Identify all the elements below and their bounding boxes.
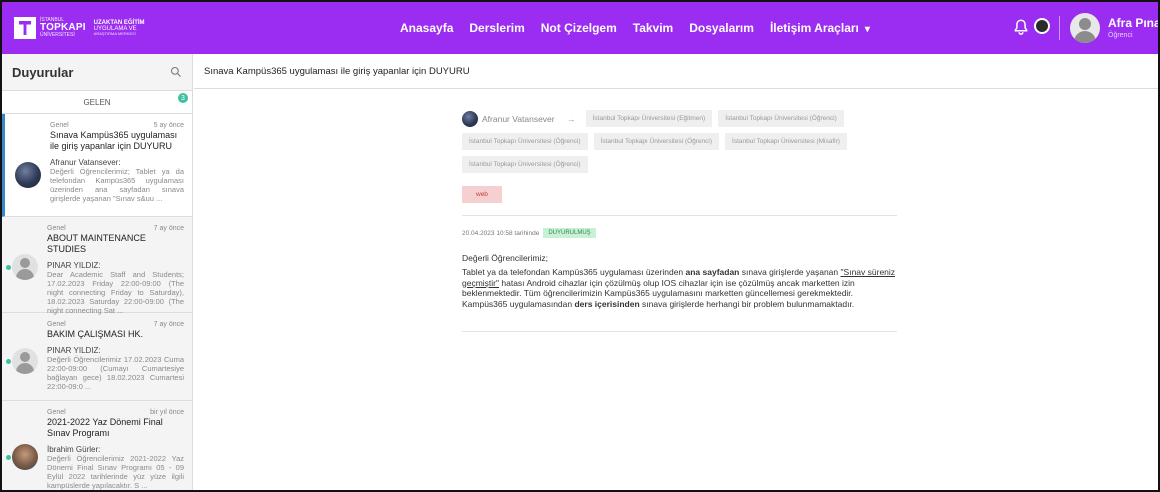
user-avatar[interactable] xyxy=(1070,13,1100,43)
body-text-1: Tablet ya da telefondan Kampüs365 uygula… xyxy=(462,267,686,277)
online-indicator xyxy=(6,455,11,460)
nav-dosyalarim[interactable]: Dosyalarım xyxy=(689,21,754,35)
announcement-sender: PINAR YILDIZ: xyxy=(47,345,101,355)
user-role: Öğrenci xyxy=(1108,32,1133,39)
divider xyxy=(462,330,897,332)
arrow-right-icon: → xyxy=(566,113,576,124)
sender-avatar xyxy=(15,162,41,188)
announcements-panel: Duyurular GELEN 3 Genel 5 ay önce Sınava… xyxy=(2,54,193,490)
online-indicator xyxy=(6,359,11,364)
search-icon[interactable] xyxy=(170,66,182,78)
recipient-chip: İstanbul Topkapı Üniversitesi (Eğitmen) xyxy=(585,110,713,127)
nav-takvim[interactable]: Takvim xyxy=(633,21,673,35)
inbox-count-badge: 3 xyxy=(178,93,188,103)
body-text-2: sınava girişlerde yaşanan xyxy=(739,267,841,277)
logo-subtitle: UZAKTAN EĞİTİM UYGULAMA VE ARAŞTIRMA MER… xyxy=(94,20,145,37)
tag-chip: web xyxy=(462,186,502,203)
nav-anasayfa[interactable]: Anasayfa xyxy=(400,21,453,35)
announcement-subject: BAKIM ÇALIŞMASI HK. xyxy=(47,329,144,339)
logo-mark-icon xyxy=(14,17,36,39)
top-bar: İSTANBUL TOPKAPI ÜNİVERSİTESİ UZAKTAN EĞ… xyxy=(2,2,1158,54)
main-nav: Anasayfa Derslerim Not Çizelgem Takvim D… xyxy=(400,2,886,54)
body-text-4: sınava girişlerde herhangi bir problem b… xyxy=(639,298,855,309)
body-bold-1: ana sayfadan xyxy=(685,267,740,277)
tab-gelen-label: GELEN xyxy=(83,97,111,107)
sender-avatar xyxy=(12,348,38,374)
logo-sub1: UZAKTAN EĞİTİM xyxy=(93,19,145,26)
announcements-header: Duyurular xyxy=(2,54,192,90)
author-avatar xyxy=(462,110,478,127)
nav-iletisim-araclari[interactable]: İletişim Araçları ▾ xyxy=(770,21,870,35)
sender-avatar xyxy=(12,444,38,470)
announcement-subject: 2021-2022 Yaz Dönemi Final Sınav Program… xyxy=(47,417,163,438)
announcement-preview: Değerli Öğrencilerimiz 2021-2022 Yaz Dön… xyxy=(47,453,184,490)
university-logo[interactable]: İSTANBUL TOPKAPI ÜNİVERSİTESİ UZAKTAN EĞ… xyxy=(14,17,145,39)
announcement-time: 5 ay önce xyxy=(153,122,184,129)
announcement-subject: ABOUT MAINTENANCE STUDIES xyxy=(47,233,146,254)
app-frame: İSTANBUL TOPKAPI ÜNİVERSİTESİ UZAKTAN EĞ… xyxy=(0,0,1160,492)
announcement-preview: Değerli Öğrencilerimiz 17.02.2023 Cuma 2… xyxy=(47,354,184,391)
announcement-header: Sınava Kampüs365 uygulaması ile giriş ya… xyxy=(194,54,1158,89)
announcement-preview: Değerli Öğrencilerimiz; Tablet ya da tel… xyxy=(50,166,184,203)
announcement-sender: PINAR YILDIZ: xyxy=(47,260,101,270)
announcement-subject: Sınava Kampüs365 uygulaması ile giriş ya… xyxy=(50,130,178,151)
announcement-preview: Dear Academic Staff and Students; 17.02.… xyxy=(47,269,184,315)
user-name[interactable]: Afra Pınar UZEM xyxy=(1108,16,1158,30)
logo-line3: ÜNİVERSİTESİ xyxy=(40,32,75,38)
nav-iletisim-label: İletişim Araçları xyxy=(769,21,859,35)
logo-sub3: ARAŞTIRMA MERKEZİ xyxy=(93,31,136,37)
announcement-meta: 20.04.2023 10:58 tarihinde DUYURULMUŞ xyxy=(462,228,897,238)
divider xyxy=(462,215,897,216)
recipient-chip: İstanbul Topkapı Üniversitesi (Öğrenci) xyxy=(593,133,720,150)
recipients-row: Afranur Vatansever → İstanbul Topkapı Ün… xyxy=(462,107,897,176)
announcement-time: bir yıl önce xyxy=(150,409,184,416)
recipient-chip: İstanbul Topkapı Üniversitesi (Öğrenci) xyxy=(462,133,588,150)
announcement-sender: Afranur Vatansever: xyxy=(50,157,121,167)
greeting: Değerli Öğrencilerimiz; xyxy=(462,253,548,263)
sender-avatar xyxy=(12,254,38,280)
tab-gelen[interactable]: GELEN 3 xyxy=(2,90,192,114)
logo-line1: İSTANBUL xyxy=(40,17,65,23)
publish-date: 20.04.2023 10:58 tarihinde xyxy=(462,229,540,237)
nav-derslerim[interactable]: Derslerim xyxy=(469,21,524,35)
status-badge: DUYURULMUŞ xyxy=(543,228,596,238)
recipient-chip: İstanbul Topkapı Üniversitesi (Öğrenci) xyxy=(718,110,844,127)
announcement-item[interactable]: Genel 7 ay önce ABOUT MAINTENANCE STUDIE… xyxy=(2,217,192,315)
announcement-body: Tablet ya da telefondan Kampüs365 uygula… xyxy=(462,267,897,310)
announcement-time: 7 ay önce xyxy=(153,321,184,328)
online-indicator xyxy=(6,265,11,270)
bell-icon[interactable] xyxy=(1012,18,1030,36)
author-name: Afranur Vatansever xyxy=(482,113,555,124)
announcement-item[interactable]: Genel 7 ay önce BAKIM ÇALIŞMASI HK. PINA… xyxy=(2,313,192,401)
announcement-content: Afranur Vatansever → İstanbul Topkapı Ün… xyxy=(462,107,897,332)
header-divider xyxy=(1059,16,1060,40)
announcement-sender: İbrahim Gürler: xyxy=(47,444,101,454)
recipient-chip: İstanbul Topkapı Üniversitesi (Öğrenci) xyxy=(462,156,588,173)
announcement-title: Sınava Kampüs365 uygulaması ile giriş ya… xyxy=(204,65,470,77)
chevron-down-icon: ▾ xyxy=(864,24,870,35)
announcement-item[interactable]: Genel 5 ay önce Sınava Kampüs365 uygulam… xyxy=(2,114,192,217)
announcements-title: Duyurular xyxy=(12,64,74,80)
body-bold-2: ders içerisinden xyxy=(574,298,640,309)
notification-count-badge[interactable] xyxy=(1034,18,1050,34)
nav-not-cizelgem[interactable]: Not Çizelgem xyxy=(541,21,617,35)
announcement-item[interactable]: Genel bir yıl önce 2021-2022 Yaz Dönemi … xyxy=(2,401,192,490)
announcement-time: 7 ay önce xyxy=(153,225,184,232)
recipient-chip: İstanbul Topkapı Üniversitesi (Misafir) xyxy=(725,133,847,150)
logo-text: İSTANBUL TOPKAPI ÜNİVERSİTESİ xyxy=(40,18,86,38)
